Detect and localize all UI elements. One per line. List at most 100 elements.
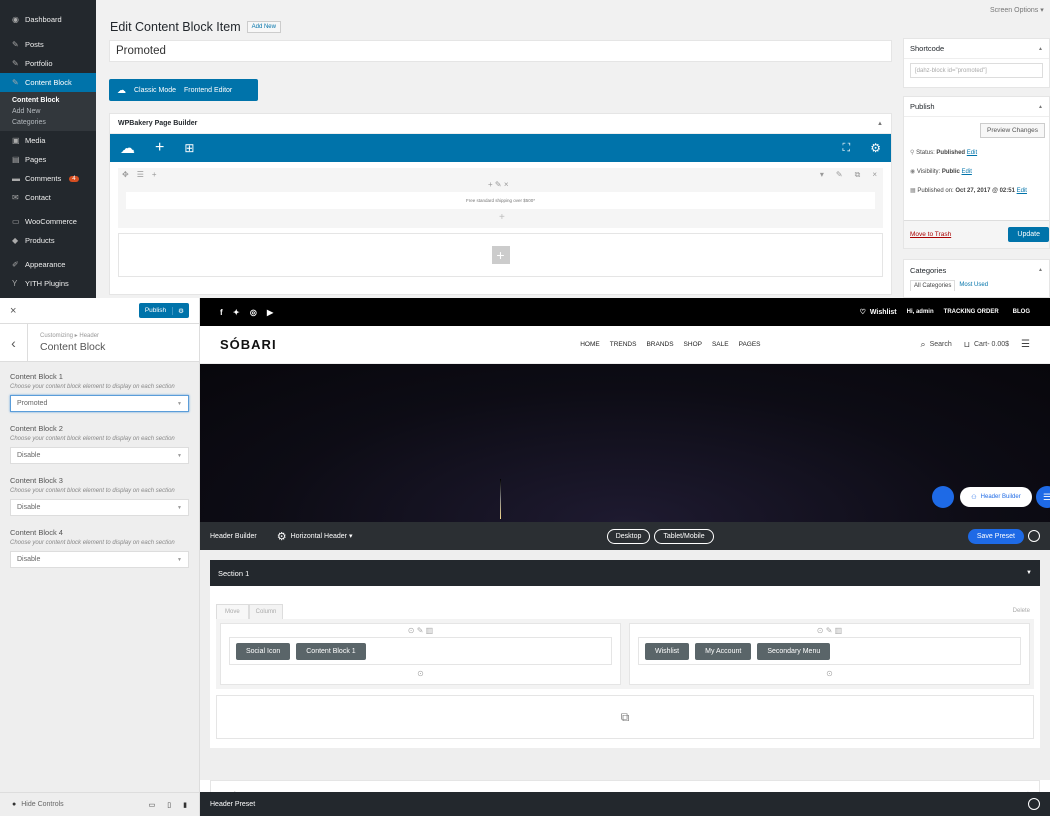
close-icon[interactable]: × [10, 305, 16, 317]
submenu-item[interactable]: Content Block [0, 95, 96, 106]
topbar-tracking[interactable]: TRACKING ORDER [944, 309, 999, 315]
hide-controls-icon[interactable]: ● [12, 801, 16, 808]
collapse-icon[interactable]: ▲ [1038, 104, 1043, 110]
collapse-icon[interactable]: ▲ [1038, 267, 1043, 273]
row-layout-icon[interactable]: ☰ [137, 170, 144, 179]
header-builder-pill[interactable]: ⚇ Header Builder [960, 487, 1032, 507]
admin-menu-products[interactable]: ◆ Products [0, 231, 96, 250]
help-icon[interactable] [1028, 798, 1040, 810]
row-move-icon[interactable]: ✥ [122, 170, 129, 179]
header-element-button[interactable]: Wishlist [645, 642, 690, 660]
row-edit-icon[interactable]: ✎ [836, 170, 843, 180]
builder-list-icon[interactable]: ☰ [1036, 486, 1050, 508]
header-element-button[interactable]: My Account [695, 642, 752, 660]
cart-icon[interactable]: ⊔ [964, 340, 970, 349]
back-button[interactable]: ‹ [0, 324, 28, 361]
search-link[interactable]: Search [930, 341, 952, 348]
add-row-button[interactable]: + [491, 246, 510, 264]
desktop-toggle[interactable]: Desktop [606, 528, 651, 544]
nav-item[interactable]: HOME [580, 341, 600, 348]
text-block[interactable]: Free standard shipping over $500* [126, 192, 875, 209]
move-to-trash-link[interactable]: Move to Trash [910, 231, 951, 238]
row-delete-icon[interactable]: × [872, 170, 877, 180]
social-icons[interactable]: f ✦ ◎ ▶ [220, 308, 277, 317]
header-element-button[interactable]: Social Icon [236, 642, 291, 660]
edit-status-link[interactable]: Edit [967, 150, 977, 156]
collapse-icon[interactable]: ▲ [877, 121, 883, 127]
screen-options-button[interactable]: Screen Options ▾ [990, 6, 1044, 14]
header-element-button[interactable]: Content Block 1 [296, 642, 366, 660]
gear-icon[interactable]: ⚙ [277, 530, 287, 543]
column-controls[interactable]: + ✎ × [488, 180, 509, 189]
publish-button[interactable]: Publish [139, 307, 172, 314]
tab-column[interactable]: Column [248, 604, 284, 619]
hide-controls-button[interactable]: Hide Controls [21, 801, 63, 808]
tablet-preview-icon[interactable]: ▯ [167, 801, 171, 809]
section1-header[interactable]: Section 1 ▼ [210, 560, 1040, 586]
edit-visibility-link[interactable]: Edit [962, 169, 972, 175]
classic-mode-button[interactable]: Classic Mode [134, 87, 176, 94]
tab-most-used[interactable]: Most Used [955, 280, 992, 291]
delete-button[interactable]: Delete [1009, 604, 1034, 619]
desktop-preview-icon[interactable]: ▭ [149, 801, 156, 809]
builder-mode-toggle[interactable]: ☁ Classic Mode Frontend Editor [109, 79, 258, 101]
admin-menu-pages[interactable]: ▤ Pages [0, 150, 96, 169]
add-column-button[interactable]: ⧉ [216, 695, 1034, 739]
help-icon[interactable] [1028, 530, 1041, 542]
content-block-select[interactable]: Disable ▼ [10, 499, 189, 516]
post-title-input[interactable]: Promoted [109, 40, 892, 62]
shortcode-field[interactable]: [dahz-block id="promoted"] [910, 63, 1043, 78]
settings-icon[interactable]: ⚙ [870, 141, 881, 155]
layout-select[interactable]: Horizontal Header ▾ [291, 532, 353, 540]
admin-menu-dashboard[interactable]: ◉ Dashboard [0, 10, 96, 29]
save-preset-button[interactable]: Save Preset [967, 528, 1025, 544]
add-new-button[interactable]: Add New [246, 21, 281, 33]
admin-menu-yith-plugins[interactable]: Y YITH Plugins [0, 274, 96, 293]
nav-item[interactable]: SALE [712, 341, 729, 348]
nav-item[interactable]: BRANDS [646, 341, 673, 348]
tab-move[interactable]: Move [216, 604, 249, 619]
admin-menu-comments[interactable]: ▬ Comments 4 [0, 169, 96, 188]
add-element-icon[interactable]: + [155, 139, 164, 157]
frontend-editor-button[interactable]: Frontend Editor [184, 87, 232, 94]
row-toggle-icon[interactable]: ▾ [820, 170, 824, 180]
admin-menu-posts[interactable]: ✎ Posts [0, 35, 96, 54]
column-actions-icons[interactable]: ⊙ ✎ ▥ [630, 626, 1029, 635]
content-block-select[interactable]: Disable ▼ [10, 447, 189, 464]
submenu-item[interactable]: Categories [0, 117, 96, 128]
nav-item[interactable]: PAGES [739, 341, 761, 348]
column-actions-icons[interactable]: ⊙ ✎ ▥ [221, 626, 620, 635]
heart-icon[interactable]: ♡ [860, 308, 866, 316]
admin-menu-media[interactable]: ▣ Media [0, 131, 96, 150]
publish-settings-icon[interactable]: ⚙ [172, 306, 189, 315]
topbar-blog[interactable]: BLOG [1013, 309, 1030, 315]
section-toggle-icon[interactable]: ▼ [1026, 570, 1032, 576]
topbar-account[interactable]: Hi, admin [907, 309, 934, 315]
site-logo[interactable]: SÓBARI [220, 337, 277, 352]
add-item-icon[interactable]: ⊙ [221, 669, 620, 678]
templates-icon[interactable]: ⊞ [184, 141, 194, 155]
content-block-select[interactable]: Disable ▼ [10, 551, 189, 568]
mobile-preview-icon[interactable]: ▮ [183, 801, 187, 809]
nav-item[interactable]: SHOP [684, 341, 702, 348]
row-clone-icon[interactable]: ⧉ [855, 170, 861, 180]
topbar-wishlist[interactable]: Wishlist [870, 309, 897, 316]
fullscreen-icon[interactable]: ⛶ [843, 142, 851, 155]
header-element-button[interactable]: Secondary Menu [757, 642, 831, 660]
wpb-logo-icon[interactable]: ☁ [120, 139, 135, 157]
admin-menu-woocommerce[interactable]: ▭ WooCommerce [0, 212, 96, 231]
submenu-item[interactable]: Add New [0, 106, 96, 117]
row-add-icon[interactable]: + [152, 170, 157, 179]
tab-all-categories[interactable]: All Categories [910, 280, 956, 291]
content-block-select[interactable]: Promoted ▼ [10, 395, 189, 412]
admin-menu-contact[interactable]: ✉ Contact [0, 188, 96, 207]
nav-item[interactable]: TRENDS [610, 341, 637, 348]
edit-date-link[interactable]: Edit [1017, 188, 1027, 194]
cart-link[interactable]: Cart- 0.00$ [974, 341, 1009, 348]
admin-menu-appearance[interactable]: ✐ Appearance [0, 255, 96, 274]
collapse-icon[interactable]: ▲ [1038, 46, 1043, 52]
add-to-column-icon[interactable]: + [499, 212, 505, 223]
menu-icon[interactable]: ☰ [1021, 339, 1030, 350]
search-icon[interactable]: ⌕ [921, 339, 926, 350]
admin-menu-portfolio[interactable]: ✎ Portfolio [0, 54, 96, 73]
